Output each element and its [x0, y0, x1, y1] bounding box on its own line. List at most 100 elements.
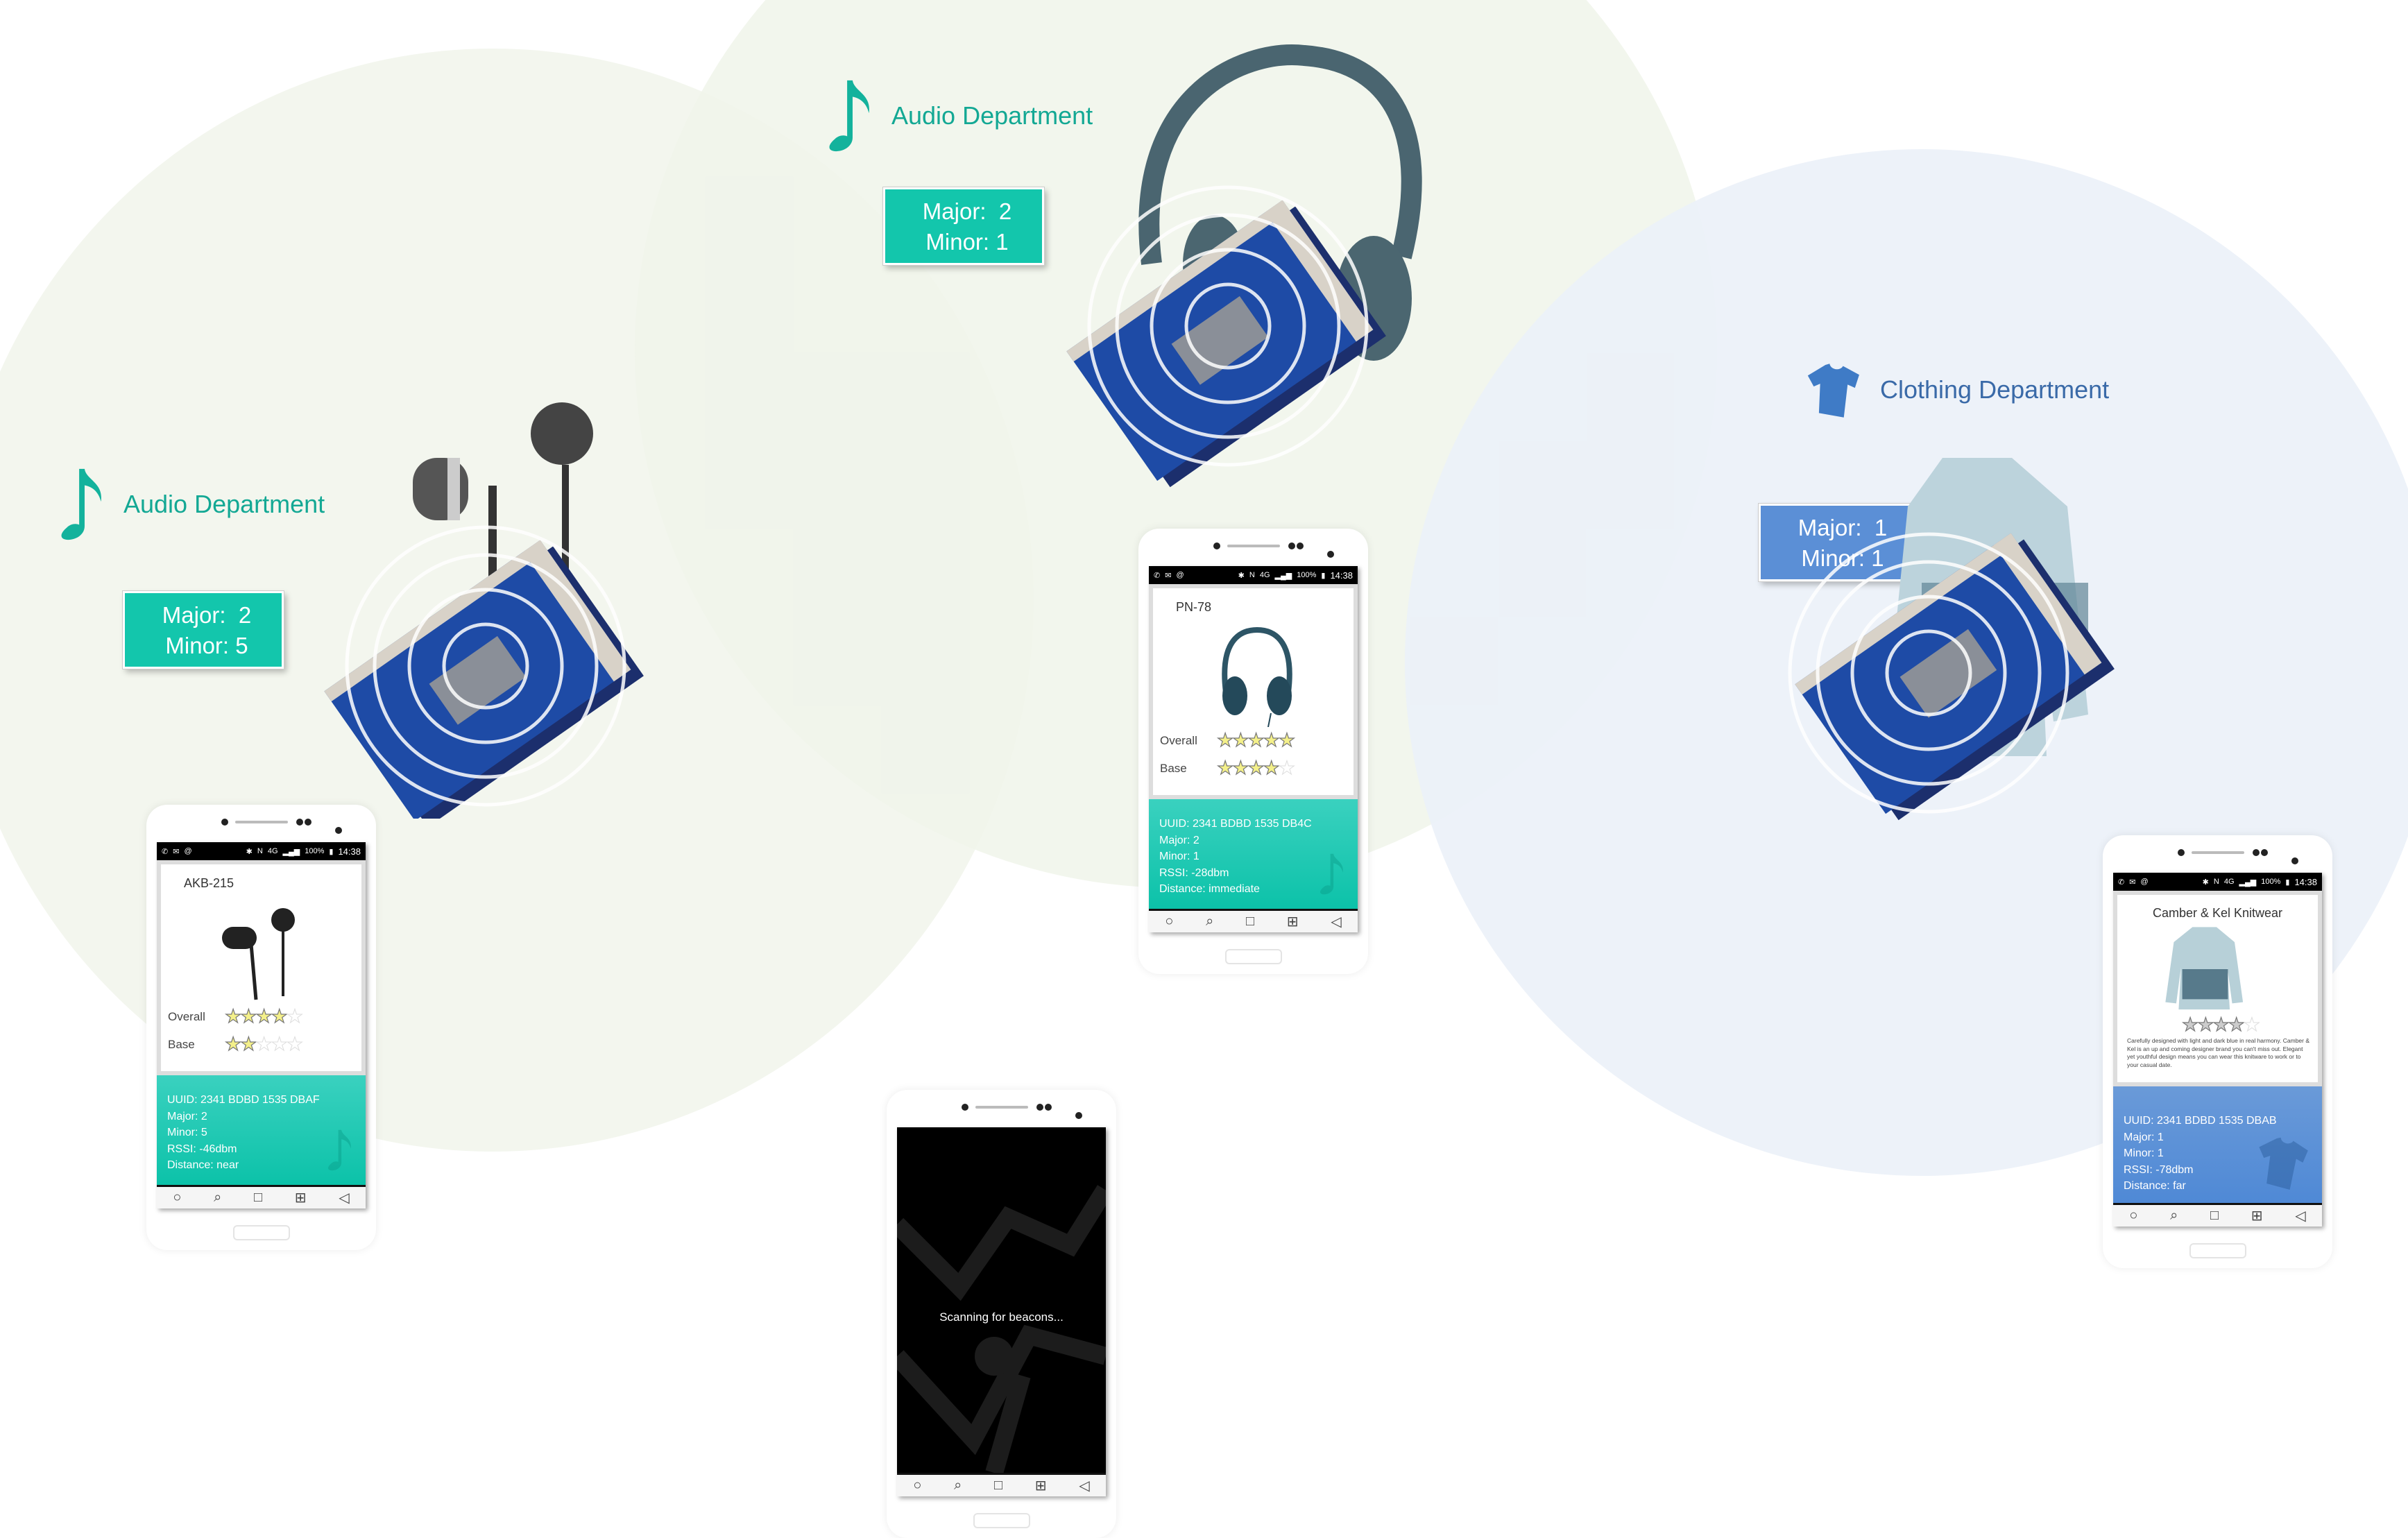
- overall-rating: Overall ★★★★★: [168, 1006, 304, 1027]
- bluetooth-icon: ✱: [2202, 878, 2209, 887]
- search-icon[interactable]: ⌕: [1206, 914, 1213, 930]
- recents-icon[interactable]: □: [1246, 914, 1254, 930]
- status-bar: ✆ ✉ @ ✱ N 4G ▂▄▆ 100% ▮ 14:38: [157, 842, 366, 860]
- star-empty-icon: ★: [286, 1034, 304, 1054]
- zone-label-audio-left: Audio Department: [61, 466, 325, 542]
- star-filled-icon: ★: [2228, 1014, 2245, 1035]
- home-button[interactable]: [233, 1225, 290, 1240]
- battery-icon: ▮: [2285, 878, 2290, 887]
- nfc-icon: N: [257, 847, 263, 855]
- signal-icon: ▂▄▆: [1274, 571, 1292, 580]
- star-empty-icon: ★: [1278, 758, 1296, 778]
- star-filled-icon: ★: [1247, 758, 1265, 778]
- nav-bar: ○ ⌕ □ ⊞ ◁: [1149, 909, 1358, 932]
- uuid: UUID: 2341 BDBD 1535 DB4C: [1159, 818, 1312, 830]
- dual-window-icon[interactable]: ⊞: [1035, 1477, 1047, 1494]
- battery-percent: 100%: [305, 847, 325, 855]
- minor-value: 1: [996, 229, 1009, 255]
- home-icon[interactable]: ○: [1165, 914, 1173, 930]
- star-filled-icon: ★: [1263, 730, 1280, 751]
- music-note-icon: [328, 1129, 351, 1171]
- product-description: Carefully designed with light and dark b…: [2127, 1037, 2310, 1068]
- whatsapp-icon: ✆: [1154, 571, 1161, 580]
- star-rating: ★★★★★: [224, 1006, 304, 1027]
- nav-bar: ○ ⌕ □ ⊞ ◁: [157, 1185, 366, 1208]
- product-card[interactable]: AKB-215 Overall ★★★★★ Base ★★★★★: [161, 864, 361, 1071]
- back-icon[interactable]: ◁: [1331, 913, 1341, 930]
- recents-icon[interactable]: □: [254, 1190, 262, 1206]
- star-filled-icon: ★: [240, 1006, 257, 1027]
- circuit-background: [897, 1185, 1106, 1473]
- recents-icon[interactable]: □: [994, 1478, 1002, 1494]
- product-name: PN-78: [1176, 600, 1212, 614]
- clock: 14:38: [338, 846, 361, 857]
- home-icon[interactable]: ○: [173, 1190, 181, 1206]
- minor-label: Minor:: [925, 229, 990, 255]
- search-icon[interactable]: ⌕: [214, 1190, 221, 1206]
- distance: Distance: near: [167, 1159, 239, 1171]
- star-filled-icon: ★: [255, 1006, 273, 1027]
- music-note-icon: [61, 468, 101, 540]
- star-rating: ★★★★★: [2181, 1014, 2260, 1035]
- rating-label: Base: [168, 1037, 195, 1051]
- beacon-with-sweater: [1788, 458, 2115, 821]
- mail-icon: ✉: [2129, 878, 2136, 887]
- phone-scanner: Scanning for beacons... ○ ⌕ □ ⊞ ◁: [887, 1090, 1116, 1538]
- uuid: UUID: 2341 BDBD 1535 DBAB: [2124, 1115, 2277, 1127]
- star-empty-icon: ★: [286, 1006, 304, 1027]
- product-card[interactable]: Camber & Kel Knitwear ★★★★★ Carefully de…: [2117, 895, 2318, 1082]
- back-icon[interactable]: ◁: [339, 1189, 349, 1206]
- phone-speaker: [2103, 842, 2332, 864]
- recents-icon[interactable]: □: [2210, 1208, 2219, 1224]
- zone-label-text: Audio Department: [123, 490, 325, 518]
- distance: Distance: immediate: [1159, 883, 1260, 895]
- star-filled-icon: ★: [1216, 730, 1234, 751]
- back-icon[interactable]: ◁: [1079, 1477, 1089, 1494]
- headphones-image: [1222, 626, 1292, 727]
- status-bar: ✆ ✉ @ ✱ N 4G ▂▄▆ 100% ▮ 14:38: [1149, 566, 1358, 584]
- rating-label: Base: [1160, 761, 1187, 775]
- phone-screen: Scanning for beacons... ○ ⌕ □ ⊞ ◁: [897, 1127, 1106, 1496]
- phone-pn-78: ✆ ✉ @ ✱ N 4G ▂▄▆ 100% ▮ 14:38 PN-78 Overall ★★★★★ …: [1138, 529, 1368, 974]
- tshirt-icon: [1807, 364, 1859, 418]
- home-button[interactable]: [973, 1513, 1030, 1528]
- tshirt-icon: [2259, 1137, 2308, 1190]
- battery-percent: 100%: [1297, 571, 1317, 579]
- search-icon[interactable]: ⌕: [2170, 1208, 2178, 1224]
- phone-screen: ✆ ✉ @ ✱ N 4G ▂▄▆ 100% ▮ 14:38 Camber & Kel Knitwe…: [2113, 873, 2322, 1227]
- dual-window-icon[interactable]: ⊞: [1287, 913, 1299, 930]
- sweater-image: [2165, 927, 2244, 1010]
- search-icon[interactable]: ⌕: [954, 1478, 962, 1494]
- beacon-with-earbuds: [324, 402, 644, 819]
- phone-speaker: [887, 1097, 1116, 1119]
- star-filled-icon: ★: [1232, 758, 1249, 778]
- mail-icon: ✉: [1165, 571, 1172, 580]
- star-empty-icon: ★: [271, 1034, 288, 1054]
- beacon-info-panel: UUID: 2341 BDBD 1535 DBAF Major: 2 Minor…: [157, 1075, 366, 1185]
- star-filled-icon: ★: [1278, 730, 1296, 751]
- star-filled-icon: ★: [2181, 1014, 2199, 1035]
- zone-label-text: Clothing Department: [1880, 375, 2110, 404]
- product-card[interactable]: PN-78 Overall ★★★★★ Base ★★★★★: [1153, 588, 1354, 795]
- back-icon[interactable]: ◁: [2295, 1207, 2305, 1224]
- battery-icon: ▮: [1321, 571, 1326, 580]
- minor: Minor: 5: [167, 1127, 207, 1138]
- nfc-icon: N: [2213, 878, 2219, 886]
- music-note-icon: [1320, 853, 1343, 895]
- home-button[interactable]: [1225, 949, 1282, 964]
- dual-window-icon[interactable]: ⊞: [295, 1189, 307, 1206]
- dual-window-icon[interactable]: ⊞: [2251, 1207, 2263, 1224]
- phone-speaker: [146, 812, 376, 834]
- star-rating: ★★★★★: [224, 1034, 304, 1054]
- product-name: AKB-215: [184, 876, 234, 890]
- product-rating: ★★★★★: [2181, 1014, 2260, 1035]
- major-label: Major:: [162, 602, 226, 628]
- rating-label: Overall: [168, 1009, 205, 1023]
- star-rating: ★★★★★: [1216, 730, 1296, 751]
- home-icon[interactable]: ○: [913, 1478, 921, 1494]
- nav-bar: ○ ⌕ □ ⊞ ◁: [2113, 1203, 2322, 1227]
- bluetooth-icon: ✱: [1238, 571, 1245, 580]
- minor: Minor: 1: [1159, 851, 1199, 862]
- home-icon[interactable]: ○: [2129, 1208, 2137, 1224]
- home-button[interactable]: [2189, 1243, 2246, 1258]
